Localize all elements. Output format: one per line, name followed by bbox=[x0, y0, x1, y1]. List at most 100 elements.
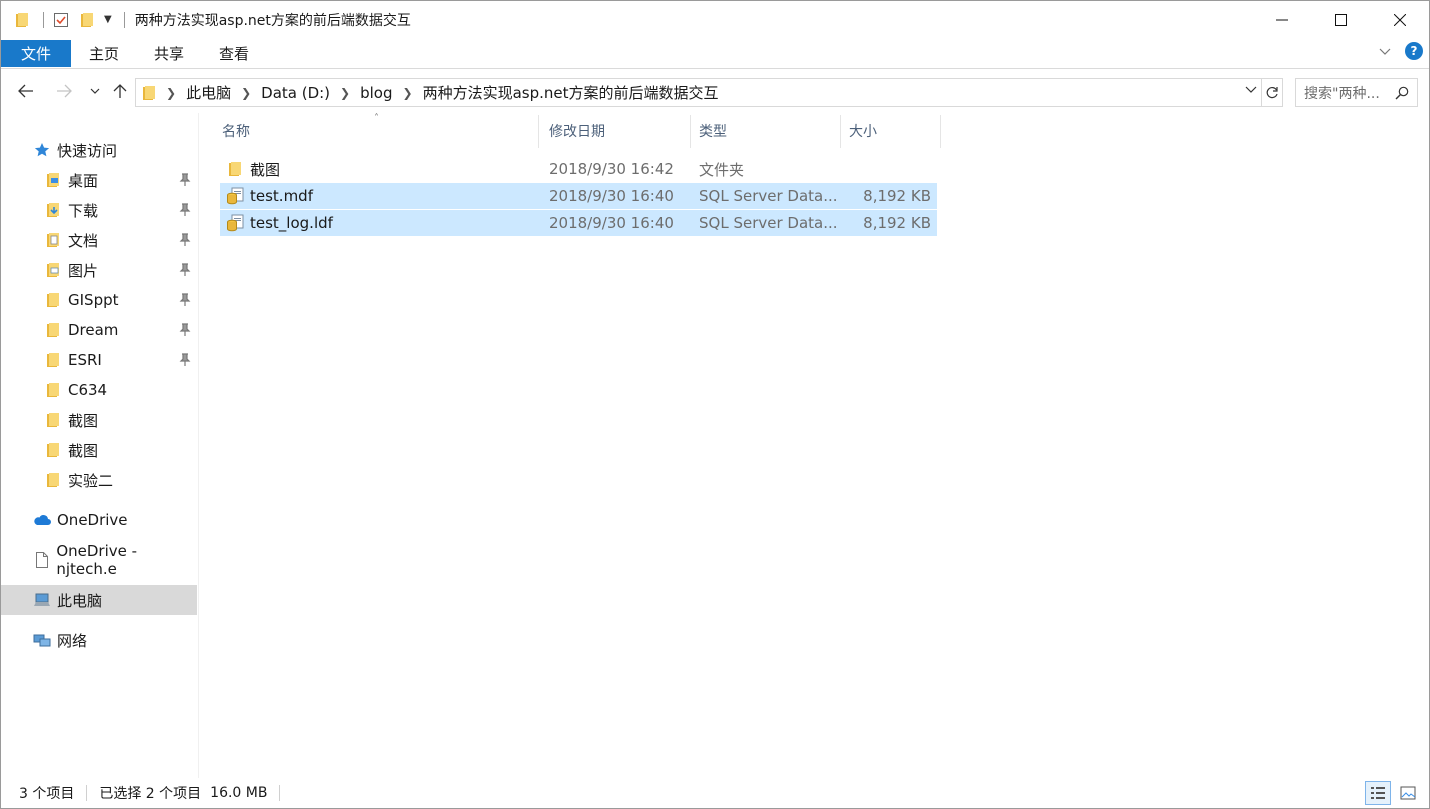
file-modified: 2018/9/30 16:40 bbox=[549, 187, 674, 205]
chevron-right-icon: ❯ bbox=[166, 85, 177, 100]
nav-label: 文档 bbox=[68, 231, 99, 250]
nav-label: ESRI bbox=[68, 351, 102, 369]
nav-label: 截图 bbox=[68, 411, 99, 430]
column-header-name[interactable]: 名称 bbox=[216, 113, 538, 149]
documents-folder-icon bbox=[44, 231, 62, 249]
back-button[interactable] bbox=[15, 80, 37, 102]
up-button[interactable] bbox=[109, 80, 131, 102]
pin-icon[interactable] bbox=[179, 203, 191, 221]
file-icon bbox=[33, 551, 50, 569]
file-row[interactable]: test.mdf 2018/9/30 16:40 SQL Server Data… bbox=[220, 183, 937, 209]
breadcrumb-blog[interactable]: blog bbox=[360, 84, 392, 102]
nav-item-experiment-2[interactable]: 实验二 bbox=[1, 465, 197, 495]
tab-view[interactable]: 查看 bbox=[219, 40, 249, 67]
column-divider[interactable] bbox=[840, 115, 841, 148]
nav-item-documents[interactable]: 文档 bbox=[1, 225, 197, 255]
expand-ribbon-icon[interactable] bbox=[1379, 42, 1391, 60]
selection-count: 已选择 2 个项目 bbox=[99, 786, 202, 802]
nav-item-desktop[interactable]: 桌面 bbox=[1, 165, 197, 195]
folder-icon bbox=[44, 321, 62, 339]
properties-icon[interactable] bbox=[50, 9, 72, 31]
nav-network[interactable]: 网络 bbox=[1, 625, 197, 655]
nav-item-screenshots[interactable]: 截图 bbox=[1, 405, 197, 435]
column-header-type[interactable]: 类型 bbox=[693, 113, 841, 149]
view-switcher bbox=[1361, 781, 1421, 805]
details-view-button[interactable] bbox=[1365, 781, 1391, 805]
nav-item-screenshots-2[interactable]: 截图 bbox=[1, 435, 197, 465]
desktop-folder-icon bbox=[44, 171, 62, 189]
status-divider bbox=[86, 785, 88, 801]
column-header-size[interactable]: 大小 bbox=[843, 113, 940, 149]
search-icon bbox=[1395, 86, 1409, 99]
refresh-icon bbox=[1266, 86, 1278, 98]
nav-quick-access[interactable]: 快速访问 bbox=[1, 135, 197, 165]
nav-item-gisppt[interactable]: GISppt bbox=[1, 285, 197, 315]
breadcrumb-this-pc[interactable]: 此电脑 bbox=[186, 82, 231, 103]
customize-toolbar-dropdown-icon[interactable]: ▼ bbox=[104, 14, 112, 25]
folder-icon bbox=[44, 411, 62, 429]
pin-icon[interactable] bbox=[179, 293, 191, 311]
details-view-icon bbox=[1371, 787, 1385, 799]
folder-icon bbox=[44, 381, 62, 399]
nav-onedrive-business[interactable]: OneDrive - njtech.e bbox=[1, 542, 197, 578]
address-row: ❯ 此电脑 ❯ Data (D:) ❯ blog ❯ 两种方法实现asp.net… bbox=[1, 71, 1429, 113]
column-divider[interactable] bbox=[690, 115, 691, 148]
nav-item-downloads[interactable]: 下载 bbox=[1, 195, 197, 225]
quick-access-toolbar: ▼ 两种方法实现asp.net方案的前后端数据交互 bbox=[11, 1, 411, 38]
address-history-dropdown-icon[interactable] bbox=[1245, 86, 1257, 94]
nav-label: 此电脑 bbox=[57, 591, 103, 610]
new-folder-icon[interactable] bbox=[76, 9, 98, 31]
tab-home[interactable]: 主页 bbox=[89, 40, 119, 67]
forward-button[interactable] bbox=[53, 80, 75, 102]
folder-icon[interactable] bbox=[11, 9, 33, 31]
pin-icon[interactable] bbox=[179, 173, 191, 191]
large-icons-view-button[interactable] bbox=[1395, 781, 1421, 805]
minimize-button[interactable] bbox=[1252, 1, 1311, 38]
computer-icon bbox=[33, 591, 51, 609]
chevron-right-icon[interactable]: ❯ bbox=[241, 86, 251, 100]
pin-icon[interactable] bbox=[179, 263, 191, 281]
title-bar: ▼ 两种方法实现asp.net方案的前后端数据交互 bbox=[1, 1, 1429, 38]
address-bar[interactable]: ❯ 此电脑 ❯ Data (D:) ❯ blog ❯ 两种方法实现asp.net… bbox=[135, 78, 1262, 107]
pin-icon[interactable] bbox=[179, 353, 191, 371]
maximize-button[interactable] bbox=[1311, 1, 1370, 38]
refresh-button[interactable] bbox=[1262, 78, 1283, 107]
file-name: 截图 bbox=[250, 160, 281, 179]
recent-locations-button[interactable] bbox=[84, 80, 106, 102]
breadcrumb-current-folder[interactable]: 两种方法实现asp.net方案的前后端数据交互 bbox=[423, 82, 719, 103]
nav-this-pc[interactable]: 此电脑 bbox=[1, 585, 197, 615]
chevron-right-icon[interactable]: ❯ bbox=[340, 86, 350, 100]
nav-label: 截图 bbox=[68, 441, 99, 460]
file-row[interactable]: 截图 2018/9/30 16:42 文件夹 bbox=[220, 156, 937, 182]
pin-icon[interactable] bbox=[179, 323, 191, 341]
folder-icon bbox=[226, 160, 244, 178]
search-box[interactable]: 搜索"两种... bbox=[1295, 78, 1418, 107]
window-title: 两种方法实现asp.net方案的前后端数据交互 bbox=[134, 12, 411, 29]
column-divider[interactable] bbox=[538, 115, 539, 148]
nav-label: OneDrive bbox=[57, 511, 128, 529]
breadcrumb-data-drive[interactable]: Data (D:) bbox=[261, 84, 330, 102]
nav-label: 网络 bbox=[57, 631, 88, 650]
nav-item-c634[interactable]: C634 bbox=[1, 375, 197, 405]
column-divider[interactable] bbox=[940, 115, 941, 148]
column-header-modified[interactable]: 修改日期 bbox=[543, 113, 691, 149]
nav-label: 下载 bbox=[68, 201, 99, 220]
large-icons-view-icon bbox=[1400, 786, 1416, 800]
close-button[interactable] bbox=[1370, 1, 1429, 38]
file-size: 8,192 KB bbox=[863, 187, 931, 205]
forward-arrow-icon bbox=[57, 84, 72, 98]
nav-onedrive[interactable]: OneDrive bbox=[1, 505, 197, 535]
help-icon[interactable]: ? bbox=[1405, 42, 1423, 60]
ribbon-tabs: 文件 主页 共享 查看 ? bbox=[1, 38, 1429, 69]
nav-label: 桌面 bbox=[68, 171, 99, 190]
pin-icon[interactable] bbox=[179, 233, 191, 251]
tab-file[interactable]: 文件 bbox=[1, 40, 71, 67]
nav-item-pictures[interactable]: 图片 bbox=[1, 255, 197, 285]
nav-label: GISppt bbox=[68, 291, 119, 309]
tab-share[interactable]: 共享 bbox=[154, 40, 184, 67]
file-list: ˄ 名称 修改日期 类型 大小 截图 2018/9/30 16:42 文件夹 t… bbox=[200, 113, 1429, 778]
file-row[interactable]: test_log.ldf 2018/9/30 16:40 SQL Server … bbox=[220, 210, 937, 236]
chevron-right-icon[interactable]: ❯ bbox=[403, 86, 413, 100]
nav-item-esri[interactable]: ESRI bbox=[1, 345, 197, 375]
nav-item-dream[interactable]: Dream bbox=[1, 315, 197, 345]
